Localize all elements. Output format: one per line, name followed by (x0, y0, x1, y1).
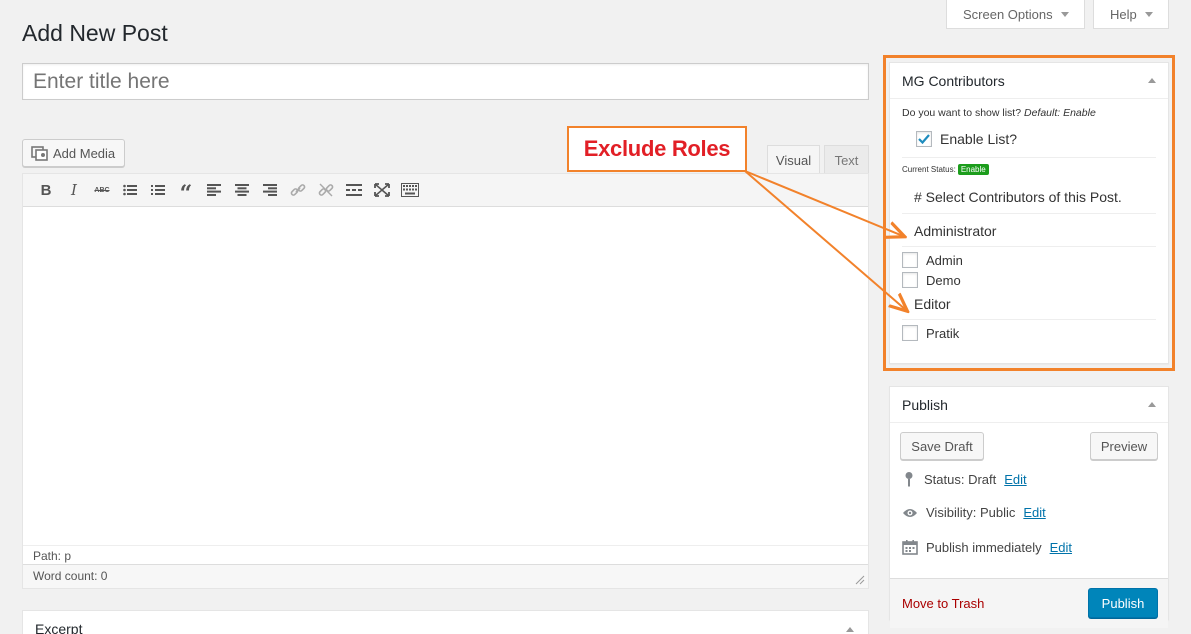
annotation-arrows (744, 170, 1191, 634)
arrow-to-administrator (744, 170, 903, 236)
arrow-to-editor (744, 170, 906, 310)
